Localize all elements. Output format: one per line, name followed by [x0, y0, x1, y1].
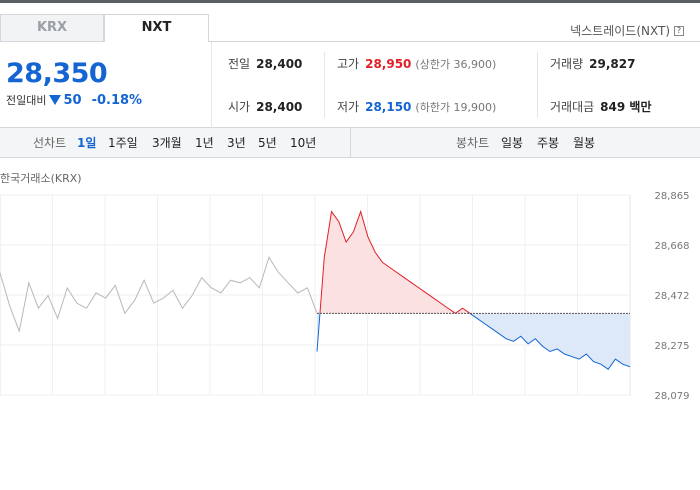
candle-monthly[interactable]: 월봉	[573, 128, 595, 158]
stat-label: 전일	[228, 57, 251, 71]
stat-value: 849 백만	[600, 100, 652, 114]
top-border	[0, 0, 700, 3]
nxt-info-link[interactable]: 넥스트레이드(NXT) ?	[570, 22, 684, 39]
candle-chart-label: 봉차트	[456, 136, 490, 150]
stat-amount: 거래대금 849 백만	[550, 98, 651, 115]
change-amount: 50	[63, 92, 82, 108]
upper-limit: (상한가 36,900)	[415, 58, 497, 71]
price-summary: 28,350 전일대비 50 -0.18% 전일 28,400 시가 28,400 …	[0, 42, 700, 128]
stat-high: 고가 28,950 (상한가 36,900)	[337, 55, 496, 72]
period-3m[interactable]: 3개월	[152, 128, 182, 158]
candle-weekly[interactable]: 주봉	[537, 128, 559, 158]
stat-label: 시가	[228, 100, 251, 114]
stat-value: 29,827	[589, 57, 636, 71]
stat-value: 28,150	[365, 100, 412, 114]
stat-value: 28,400	[256, 57, 303, 71]
candle-daily[interactable]: 일봉	[501, 128, 523, 158]
y-tick-label: 28,079	[655, 391, 690, 402]
change-rate: -0.18%	[91, 92, 143, 108]
nxt-link-label: 넥스트레이드(NXT)	[570, 24, 670, 38]
stat-value: 28,400	[256, 100, 303, 114]
period-10y[interactable]: 10년	[290, 128, 316, 158]
lower-limit: (하한가 19,900)	[415, 101, 497, 114]
stat-prev-close: 전일 28,400	[228, 55, 302, 72]
y-tick-label: 28,275	[655, 341, 690, 352]
period-divider	[350, 128, 351, 158]
divider	[324, 52, 325, 118]
period-selector: 선차트 1일 1주일 3개월 1년 3년 5년 10년 봉차트 일봉 주봉 월봉	[0, 128, 700, 158]
stat-label: 저가	[337, 100, 360, 114]
stat-label: 거래량	[550, 57, 584, 71]
help-icon[interactable]: ?	[674, 25, 684, 36]
stat-value: 28,950	[365, 57, 412, 71]
tab-krx[interactable]: KRX	[0, 14, 104, 42]
period-1y[interactable]: 1년	[195, 128, 214, 158]
period-5y[interactable]: 5년	[258, 128, 277, 158]
chart-source: 한국거래소(KRX)	[0, 172, 82, 185]
stat-volume: 거래량 29,827	[550, 55, 635, 72]
y-tick-label: 28,472	[655, 291, 690, 302]
period-1w[interactable]: 1주일	[108, 128, 138, 158]
period-3y[interactable]: 3년	[227, 128, 246, 158]
current-price: 28,350	[6, 58, 108, 89]
intraday-price-chart: 28,865 28,668 28,472 28,275 28,079	[0, 191, 690, 402]
current-price-box: 28,350 전일대비 50 -0.18%	[0, 42, 212, 128]
divider	[537, 52, 538, 118]
market-tabs: KRX NXT 넥스트레이드(NXT) ?	[0, 14, 700, 42]
down-arrow-icon	[49, 95, 62, 105]
change-label: 전일대비	[6, 94, 47, 107]
stat-label: 고가	[337, 57, 360, 71]
y-tick-label: 28,865	[655, 191, 690, 202]
y-tick-label: 28,668	[655, 241, 690, 252]
line-chart-label: 선차트	[33, 136, 67, 150]
stat-label: 거래대금	[550, 100, 595, 114]
change-row: 전일대비 50 -0.18%	[6, 92, 142, 108]
period-1d[interactable]: 1일	[77, 128, 96, 158]
stat-open: 시가 28,400	[228, 98, 302, 115]
tab-nxt[interactable]: NXT	[104, 14, 209, 42]
stat-low: 저가 28,150 (하한가 19,900)	[337, 98, 496, 115]
